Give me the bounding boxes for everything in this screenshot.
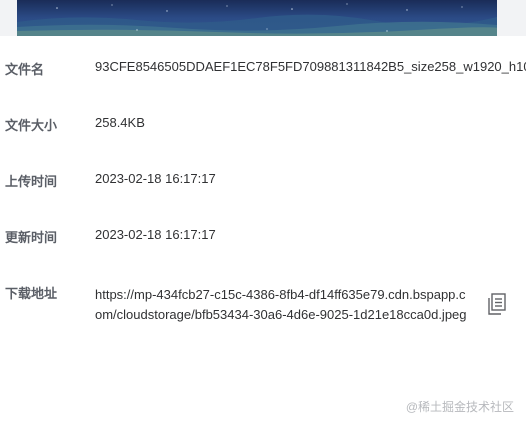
download-url-value[interactable]: https://mp-434fcb27-c15c-4386-8fb4-df14f…	[95, 285, 467, 325]
file-name-value: 93CFE8546505DDAEF1EC78F5FD709881311842B5…	[95, 59, 526, 74]
file-size-value: 258.4KB	[95, 115, 145, 130]
image-preview-area	[0, 0, 526, 36]
update-time-value: 2023-02-18 16:17:17	[95, 227, 216, 242]
upload-time-value: 2023-02-18 16:17:17	[95, 171, 216, 186]
download-url-label: 下载地址	[5, 286, 58, 301]
file-size-label: 文件大小	[5, 118, 58, 133]
file-detail-panel: 文件名 93CFE8546505DDAEF1EC78F5FD7098813118…	[0, 0, 526, 424]
copy-icon[interactable]	[486, 292, 508, 316]
watermark: @稀土掘金技术社区	[405, 400, 514, 414]
image-preview[interactable]	[17, 0, 497, 36]
file-name-label: 文件名	[5, 62, 45, 77]
landscape-photo	[17, 0, 497, 36]
upload-time-label: 上传时间	[5, 174, 58, 189]
update-time-label: 更新时间	[5, 230, 58, 245]
